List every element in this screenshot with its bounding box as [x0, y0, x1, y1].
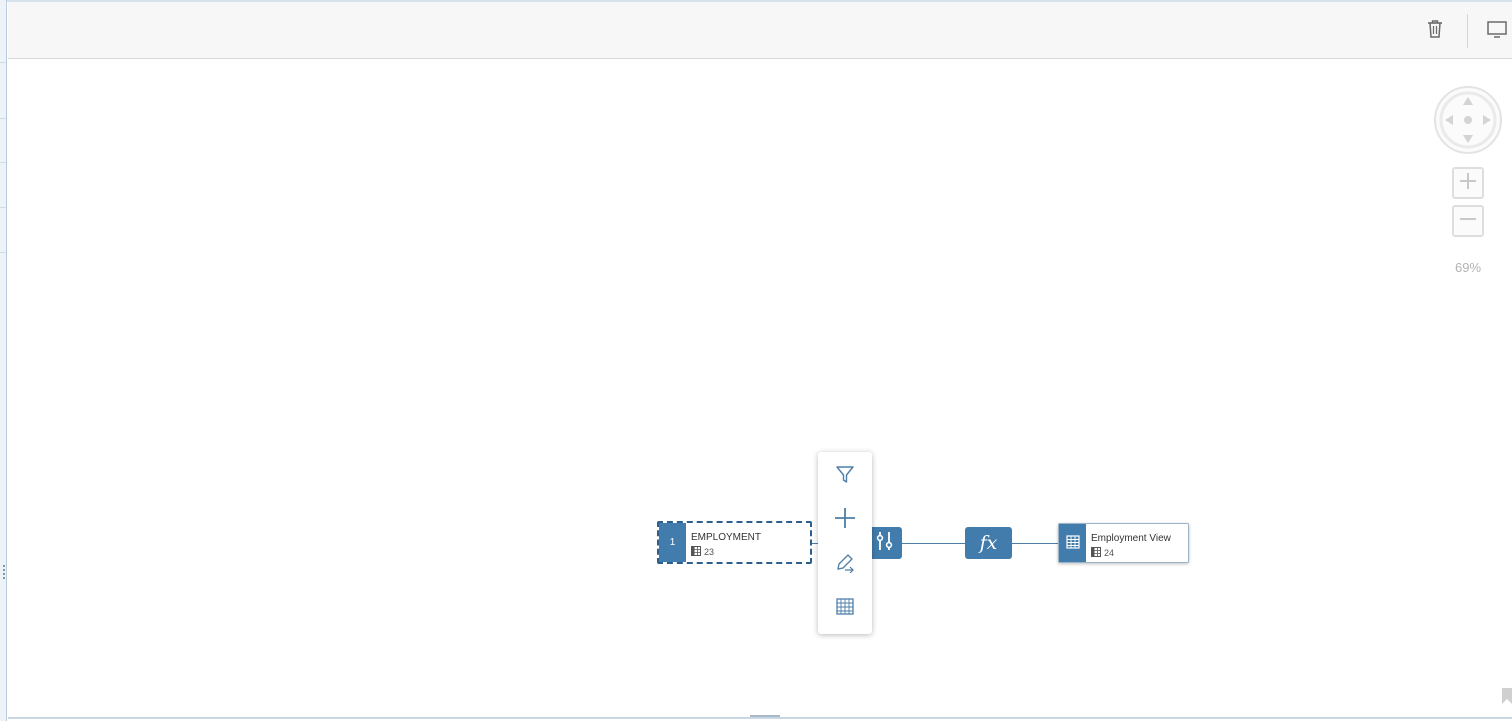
pan-control[interactable]	[1434, 86, 1502, 154]
corner-flag-icon	[1500, 688, 1512, 704]
filter-icon	[835, 464, 855, 489]
node-title: Employment View	[1091, 533, 1171, 544]
view-icon-badge	[1059, 524, 1086, 562]
node-count: 24	[1104, 548, 1115, 558]
plus-icon	[1458, 171, 1478, 196]
sliders-icon	[875, 530, 895, 557]
fx-label: fx	[979, 532, 998, 554]
zoom-in-button[interactable]	[1452, 167, 1484, 199]
editor-toolbar	[8, 2, 1512, 59]
node-index-badge: 1	[659, 523, 686, 562]
node-context-menu	[818, 452, 872, 634]
node-column-count: 23	[691, 546, 714, 558]
edit-arrow-icon	[834, 551, 856, 578]
view-icon	[1065, 534, 1080, 552]
pan-arrows-icon	[1436, 91, 1500, 156]
projection-node[interactable]	[868, 527, 902, 559]
source-node-employment[interactable]: 1 EMPLOYMENT 23	[657, 521, 812, 564]
node-count: 23	[704, 547, 715, 557]
diagram-canvas[interactable]	[8, 59, 1512, 719]
bottom-resize-handle[interactable]	[750, 715, 780, 717]
resize-grip[interactable]	[3, 565, 5, 581]
delete-button[interactable]	[1423, 18, 1447, 44]
zoom-out-button[interactable]	[1452, 205, 1484, 237]
link-calculation-output	[1012, 543, 1058, 544]
grid-table-icon	[834, 595, 856, 622]
table-icon	[691, 546, 701, 558]
plus-icon	[834, 507, 856, 534]
trash-icon	[1425, 18, 1445, 45]
zoom-level: 69%	[1454, 260, 1482, 275]
monitor-icon	[1486, 19, 1508, 44]
node-column-count: 24	[1091, 547, 1114, 559]
canvas-bottom-border	[8, 717, 1512, 719]
display-button[interactable]	[1486, 18, 1508, 44]
left-panel-edge	[0, 0, 7, 721]
add-filter-button[interactable]	[827, 458, 863, 494]
add-node-button[interactable]	[827, 502, 863, 538]
link-projection-calculation	[902, 543, 965, 544]
minus-icon	[1458, 209, 1478, 234]
edit-node-button[interactable]	[827, 546, 863, 582]
node-title: EMPLOYMENT	[691, 532, 762, 543]
table-icon	[1091, 547, 1101, 559]
output-node-employment-view[interactable]: Employment View 24	[1058, 523, 1189, 563]
calculation-node[interactable]: fx	[965, 527, 1012, 559]
preview-data-button[interactable]	[827, 590, 863, 626]
toolbar-separator	[1467, 14, 1468, 48]
